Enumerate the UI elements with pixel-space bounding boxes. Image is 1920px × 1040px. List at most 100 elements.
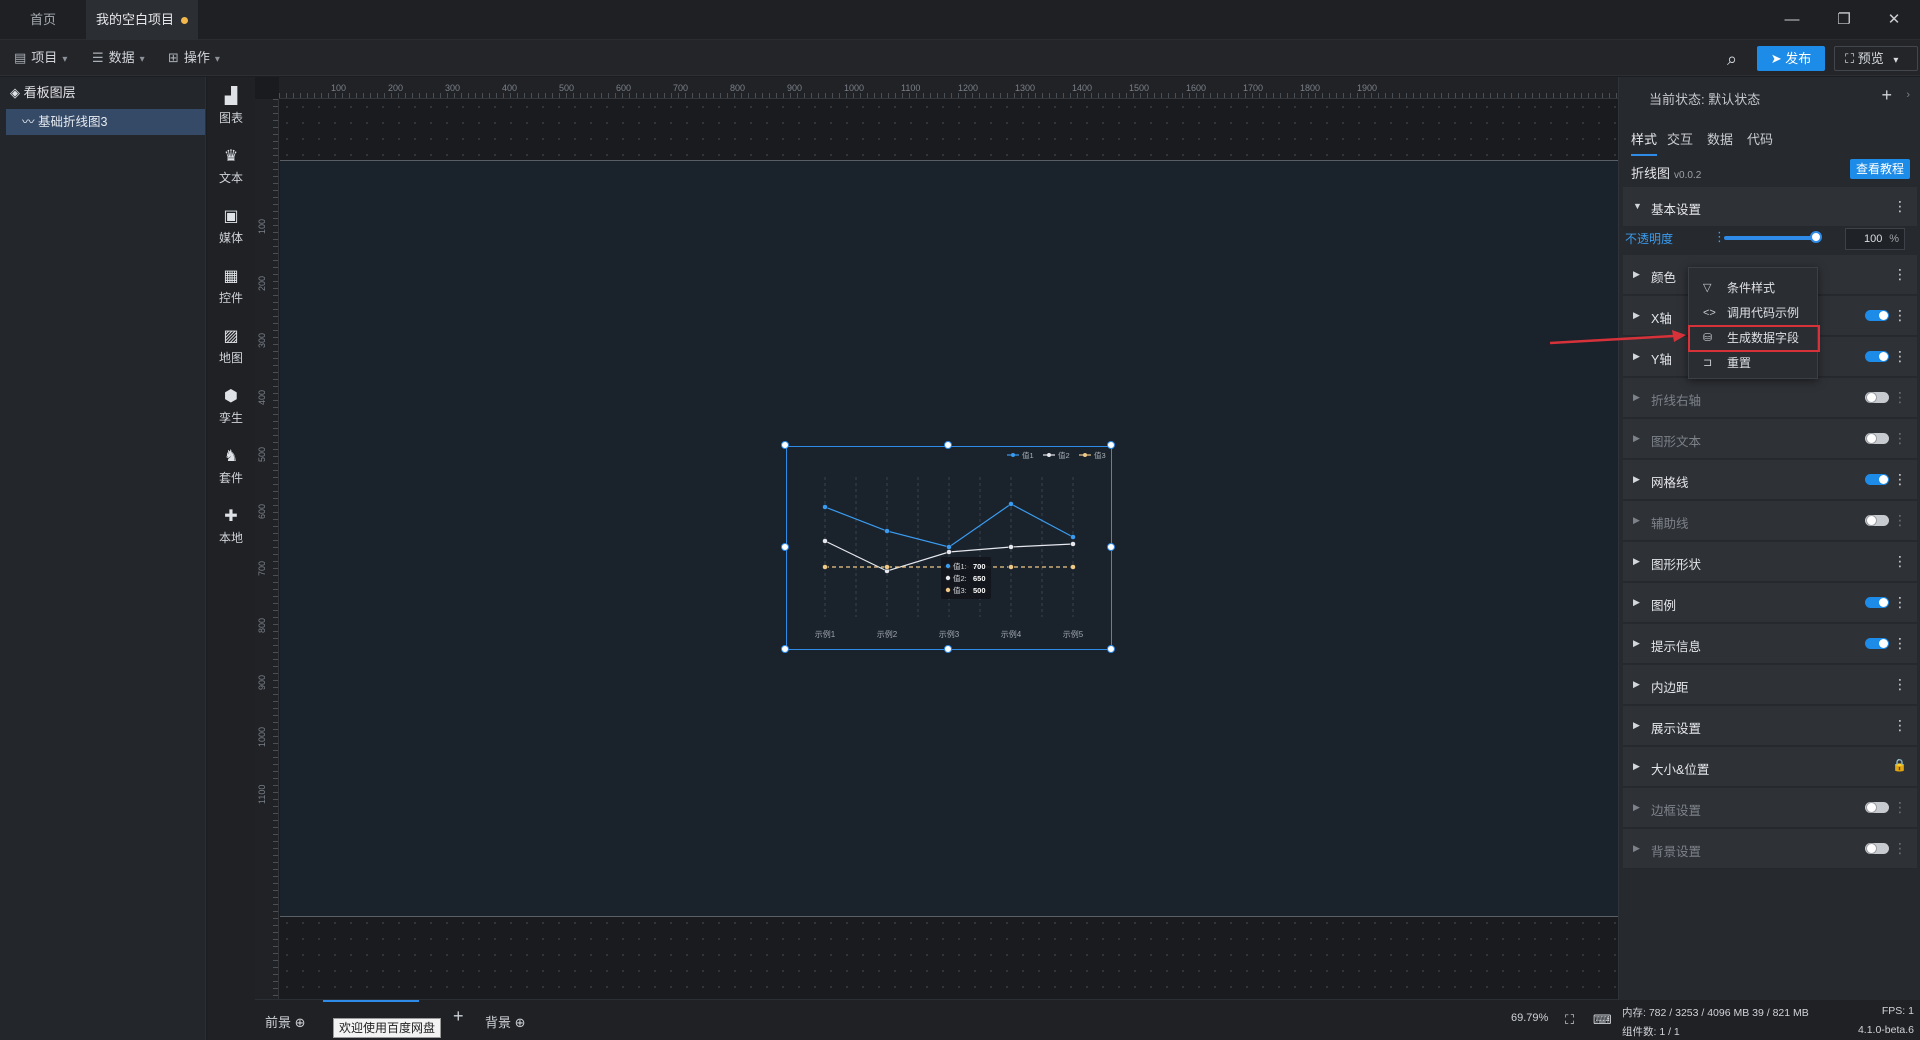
section-item[interactable]: ▶ 网格线 ⋮ [1623,460,1917,500]
section-item[interactable]: ▶ 提示信息 ⋮ [1623,624,1917,664]
menu-operation[interactable]: ⊞ 操作 ▾ [168,40,220,76]
resize-handle[interactable] [1107,543,1115,551]
menu-conditional-style[interactable]: ▽ 条件样式 [1689,276,1819,301]
layer-front[interactable]: 前景 ⊕ [265,1012,306,1031]
add-state-icon[interactable]: + [1881,85,1892,106]
comp-chart[interactable]: ▟ 图表 [207,87,255,126]
tab-home[interactable]: 首页 [0,0,86,40]
section-item[interactable]: ▶ 折线右轴 ⋮ [1623,378,1917,418]
tab-style[interactable]: 样式 [1631,129,1658,156]
opacity-slider-handle[interactable] [1810,231,1822,243]
more-icon[interactable]: ⋮ [1893,594,1907,611]
resize-handle[interactable] [944,441,952,449]
section-toggle[interactable] [1865,310,1889,321]
menu-generate-data-field[interactable]: ⛁ 生成数据字段 [1688,325,1820,352]
section-toggle[interactable] [1865,474,1889,485]
more-icon[interactable]: ⋮ [1893,348,1907,365]
section-toggle[interactable] [1865,433,1889,444]
tooltip-value: 700 [973,562,986,571]
caret-right-icon: ▶ [1633,515,1640,525]
chevron-down-icon: ▾ [139,54,145,65]
section-toggle[interactable] [1865,638,1889,649]
section-item[interactable]: ▶ 大小&位置 🔒 [1623,747,1917,787]
menu-project[interactable]: ▤ 项目 ▾ [14,40,67,76]
layer-item[interactable]: 〰 基础折线图3 [6,109,205,135]
add-circle-icon[interactable]: ⊕ [515,1015,526,1030]
more-icon[interactable]: ⋮ [1893,512,1907,529]
more-icon[interactable]: ⋮ [1893,799,1907,816]
menu-code-example[interactable]: <> 调用代码示例 [1689,301,1819,326]
resize-handle[interactable] [781,441,789,449]
more-icon[interactable]: ⋮ [1893,840,1907,857]
more-icon[interactable]: ⋮ [1893,553,1907,570]
comp-control[interactable]: ▦ 控件 [207,267,255,306]
publish-button[interactable]: ➤ 发布 [1757,46,1825,71]
tutorial-button[interactable]: 查看教程 [1849,159,1910,179]
resize-handle[interactable] [1107,645,1115,653]
add-scene-icon[interactable]: + [453,1006,464,1027]
tab-data[interactable]: 数据 [1707,129,1733,148]
minimize-icon[interactable]: — [1780,8,1804,32]
comp-kit[interactable]: ♞ 套件 [207,447,255,486]
tooltip-value: 650 [973,574,986,583]
tab-project[interactable]: 我的空白项目 [86,0,198,40]
section-toggle[interactable] [1865,802,1889,813]
fit-screen-icon[interactable]: ⛶ [1565,1012,1574,1028]
add-circle-icon[interactable]: ⊕ [295,1015,306,1030]
section-item[interactable]: ▶ 展示设置 ⋮ [1623,706,1917,746]
section-item[interactable]: ▶ 图形文本 ⋮ [1623,419,1917,459]
comp-text[interactable]: ♛ 文本 [207,147,255,186]
resize-handle[interactable] [781,543,789,551]
more-icon[interactable]: ⋮ [1893,430,1907,447]
section-item[interactable]: ▶ 辅助线 ⋮ [1623,501,1917,541]
section-item[interactable]: ▶ 边框设置 ⋮ [1623,788,1917,828]
more-icon[interactable]: ⋮ [1893,471,1907,488]
lock-icon[interactable]: 🔒 [1892,758,1907,772]
comp-media-label: 媒体 [218,231,243,245]
more-icon[interactable]: ⋮ [1893,307,1907,324]
section-label: Y轴 [1651,353,1672,367]
search-icon[interactable]: ⌕ [1720,47,1744,71]
chevron-down-icon: ▾ [62,54,68,65]
section-toggle[interactable] [1865,515,1889,526]
state-line[interactable]: 当前状态: 默认状态 [1649,89,1760,108]
chevron-right-icon[interactable]: › [1906,89,1910,101]
comp-map[interactable]: ▨ 地图 [207,327,255,366]
section-toggle[interactable] [1865,392,1889,403]
resize-handle[interactable] [781,645,789,653]
section-item[interactable]: ▶ 内边距 ⋮ [1623,665,1917,705]
section-toggle[interactable] [1865,843,1889,854]
preview-button[interactable]: ⛶ 预览 ▾ [1834,46,1918,71]
menu-data[interactable]: ☰ 数据 ▾ [92,40,145,76]
more-icon[interactable]: ⋮ [1893,198,1907,215]
resize-handle[interactable] [944,645,952,653]
tab-code[interactable]: 代码 [1747,129,1773,148]
comp-media[interactable]: ▣ 媒体 [207,207,255,246]
chart-widget[interactable]: 示例1 示例2 示例3 示例4 示例5 值1 值2 值3 值1: 700 值2: 650 值3: 500 [786,446,1112,650]
more-icon[interactable]: ⋮ [1893,635,1907,652]
comp-local[interactable]: ✚ 本地 [207,507,255,546]
zoom-level[interactable]: 69.79% [1511,1012,1548,1024]
more-icon[interactable]: ⋮ [1893,389,1907,406]
section-item[interactable]: ▶ 图例 ⋮ [1623,583,1917,623]
more-icon[interactable]: ⋮ [1893,676,1907,693]
keyboard-icon[interactable]: ⌨ [1593,1012,1612,1028]
tab-interaction[interactable]: 交互 [1667,129,1693,148]
opacity-input[interactable]: 100% [1845,228,1905,250]
caret-right-icon: ▶ [1633,638,1640,648]
opacity-slider[interactable] [1724,236,1816,240]
restore-icon[interactable]: ❐ [1832,8,1856,32]
more-icon[interactable]: ⋮ [1893,717,1907,734]
section-item[interactable]: ▶ 图形形状 ⋮ [1623,542,1917,582]
caret-right-icon: ▶ [1633,679,1640,689]
more-icon[interactable]: ⋮ [1893,266,1907,283]
section-item[interactable]: ▶ 背景设置 ⋮ [1623,829,1917,869]
section-toggle[interactable] [1865,597,1889,608]
ruler-label: 1600 [1186,83,1207,93]
resize-handle[interactable] [1107,441,1115,449]
section-toggle[interactable] [1865,351,1889,362]
menu-reset[interactable]: ⊐ 重置 [1689,351,1819,376]
layer-back[interactable]: 背景 ⊕ [485,1012,526,1031]
close-icon[interactable]: ✕ [1882,8,1906,32]
comp-twin[interactable]: ⬢ 孪生 [207,387,255,426]
